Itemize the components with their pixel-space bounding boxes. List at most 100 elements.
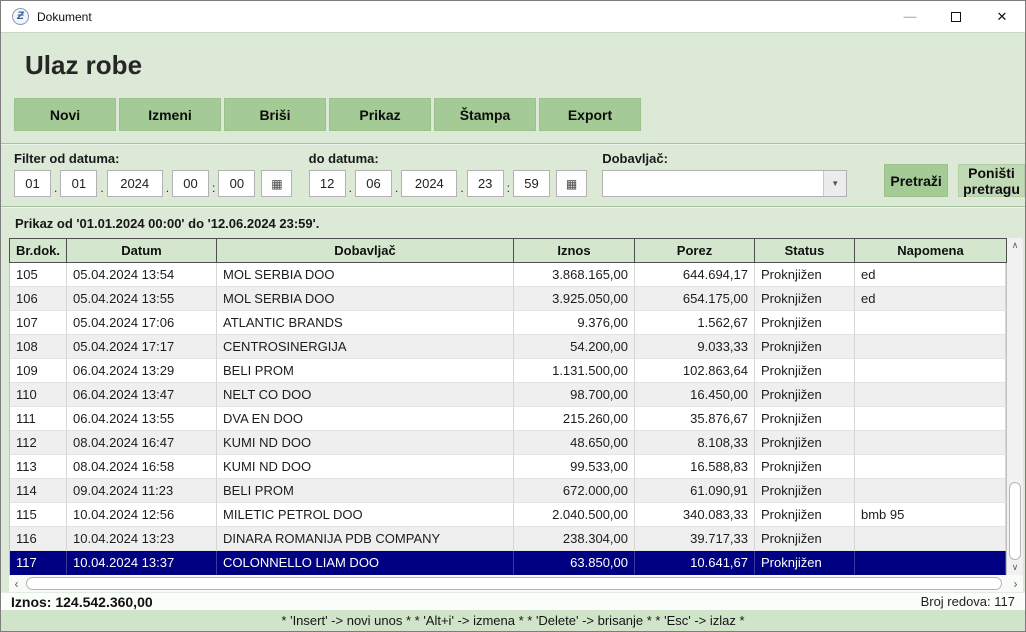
col-header-porez[interactable]: Porez bbox=[635, 239, 755, 262]
table-row[interactable]: 110 06.04.2024 13:47 NELT CO DOO 98.700,… bbox=[10, 383, 1006, 407]
col-header-status[interactable]: Status bbox=[755, 239, 855, 262]
supplier-dropdown-button[interactable]: ▼ bbox=[823, 171, 846, 196]
table-row[interactable]: 112 08.04.2024 16:47 KUMI ND DOO 48.650,… bbox=[10, 431, 1006, 455]
supplier-group: Dobavljač: ▼ bbox=[602, 151, 847, 197]
pretrazi-button[interactable]: Pretraži bbox=[884, 164, 948, 197]
col-header-napomena[interactable]: Napomena bbox=[855, 239, 1006, 262]
supplier-input[interactable] bbox=[603, 171, 823, 196]
cell-status: Proknjižen bbox=[755, 455, 855, 479]
horizontal-scrollbar[interactable]: ‹ › bbox=[9, 575, 1023, 592]
cell-porez: 35.876,67 bbox=[635, 407, 755, 431]
cell-porez: 1.562,67 bbox=[635, 311, 755, 335]
scroll-left-icon[interactable]: ‹ bbox=[9, 577, 24, 591]
col-header-dobavljac[interactable]: Dobavljač bbox=[217, 239, 514, 262]
calendar-icon: ▦ bbox=[566, 177, 577, 191]
table-row[interactable]: 105 05.04.2024 13:54 MOL SERBIA DOO 3.86… bbox=[10, 263, 1006, 287]
table-row[interactable]: 114 09.04.2024 11:23 BELI PROM 672.000,0… bbox=[10, 479, 1006, 503]
time-sep: : bbox=[212, 181, 215, 195]
cell-iznos: 672.000,00 bbox=[514, 479, 635, 503]
novi-button[interactable]: Novi bbox=[14, 98, 116, 131]
to-calendar-button[interactable]: ▦ bbox=[556, 170, 587, 197]
cell-brdok: 112 bbox=[10, 431, 67, 455]
table-row[interactable]: 111 06.04.2024 13:55 DVA EN DOO 215.260,… bbox=[10, 407, 1006, 431]
cell-status: Proknjižen bbox=[755, 383, 855, 407]
cell-status: Proknjižen bbox=[755, 503, 855, 527]
col-header-brdok[interactable]: Br.dok. bbox=[10, 239, 67, 262]
scroll-right-icon[interactable]: › bbox=[1008, 577, 1023, 591]
scroll-down-icon[interactable]: ∨ bbox=[1007, 560, 1023, 575]
page-title: Ulaz robe bbox=[25, 50, 1025, 81]
date-sep: . bbox=[395, 181, 398, 195]
cell-napomena bbox=[855, 479, 1006, 503]
cell-dobavljac: DVA EN DOO bbox=[217, 407, 514, 431]
table-row[interactable]: 115 10.04.2024 12:56 MILETIC PETROL DOO … bbox=[10, 503, 1006, 527]
horizontal-scroll-thumb[interactable] bbox=[26, 577, 1002, 590]
cell-porez: 61.090,91 bbox=[635, 479, 755, 503]
vertical-scrollbar[interactable]: ∧ ∨ bbox=[1007, 238, 1023, 575]
toolbar: Novi Izmeni Briši Prikaz Štampa Export bbox=[14, 98, 1025, 131]
cell-status: Proknjižen bbox=[755, 287, 855, 311]
from-year-input[interactable] bbox=[107, 170, 163, 197]
to-hour-input[interactable] bbox=[467, 170, 504, 197]
table-row[interactable]: 116 10.04.2024 13:23 DINARA ROMANIJA PDB… bbox=[10, 527, 1006, 551]
cell-dobavljac: MILETIC PETROL DOO bbox=[217, 503, 514, 527]
cell-status: Proknjižen bbox=[755, 479, 855, 503]
chevron-down-icon: ▼ bbox=[831, 179, 839, 188]
maximize-button[interactable] bbox=[933, 1, 979, 32]
izmeni-button[interactable]: Izmeni bbox=[119, 98, 221, 131]
cell-status: Proknjižen bbox=[755, 527, 855, 551]
col-header-datum[interactable]: Datum bbox=[67, 239, 217, 262]
cell-porez: 39.717,33 bbox=[635, 527, 755, 551]
cell-brdok: 116 bbox=[10, 527, 67, 551]
filter-from-label: Filter od datuma: bbox=[14, 151, 292, 166]
cell-porez: 10.641,67 bbox=[635, 551, 755, 575]
to-year-input[interactable] bbox=[401, 170, 457, 197]
cell-dobavljac: KUMI ND DOO bbox=[217, 455, 514, 479]
supplier-label: Dobavljač: bbox=[602, 151, 847, 166]
cell-dobavljac: MOL SERBIA DOO bbox=[217, 287, 514, 311]
cell-status: Proknjižen bbox=[755, 335, 855, 359]
horizontal-scroll-track[interactable] bbox=[24, 576, 1008, 591]
app-icon: Ƶ bbox=[12, 8, 29, 25]
from-day-input[interactable] bbox=[14, 170, 51, 197]
cell-status: Proknjižen bbox=[755, 263, 855, 287]
cell-dobavljac: CENTROSINERGIJA bbox=[217, 335, 514, 359]
table-row[interactable]: 106 05.04.2024 13:55 MOL SERBIA DOO 3.92… bbox=[10, 287, 1006, 311]
minimize-button[interactable]: — bbox=[887, 1, 933, 32]
cell-iznos: 9.376,00 bbox=[514, 311, 635, 335]
vertical-scroll-track[interactable] bbox=[1007, 253, 1023, 560]
supplier-combobox[interactable]: ▼ bbox=[602, 170, 847, 197]
table-row[interactable]: 108 05.04.2024 17:17 CENTROSINERGIJA 54.… bbox=[10, 335, 1006, 359]
calendar-icon: ▦ bbox=[271, 177, 282, 191]
prikaz-button[interactable]: Prikaz bbox=[329, 98, 431, 131]
table-row[interactable]: 107 05.04.2024 17:06 ATLANTIC BRANDS 9.3… bbox=[10, 311, 1006, 335]
cell-datum: 06.04.2024 13:29 bbox=[67, 359, 217, 383]
brisi-button[interactable]: Briši bbox=[224, 98, 326, 131]
close-button[interactable]: ✕ bbox=[979, 1, 1025, 32]
date-sep: . bbox=[166, 181, 169, 195]
export-button[interactable]: Export bbox=[539, 98, 641, 131]
to-month-input[interactable] bbox=[355, 170, 392, 197]
cell-status: Proknjižen bbox=[755, 359, 855, 383]
cell-datum: 10.04.2024 12:56 bbox=[67, 503, 217, 527]
cell-status: Proknjižen bbox=[755, 407, 855, 431]
stampa-button[interactable]: Štampa bbox=[434, 98, 536, 131]
cell-datum: 08.04.2024 16:47 bbox=[67, 431, 217, 455]
scroll-up-icon[interactable]: ∧ bbox=[1007, 238, 1023, 253]
from-calendar-button[interactable]: ▦ bbox=[261, 170, 292, 197]
from-month-input[interactable] bbox=[60, 170, 97, 197]
cell-napomena bbox=[855, 407, 1006, 431]
vertical-scroll-thumb[interactable] bbox=[1009, 482, 1021, 560]
cell-brdok: 115 bbox=[10, 503, 67, 527]
cell-brdok: 106 bbox=[10, 287, 67, 311]
ponisti-pretragu-button[interactable]: Poništi pretragu bbox=[958, 164, 1025, 197]
col-header-iznos[interactable]: Iznos bbox=[514, 239, 635, 262]
to-day-input[interactable] bbox=[309, 170, 346, 197]
table-row[interactable]: 117 10.04.2024 13:37 COLONNELLO LIAM DOO… bbox=[10, 551, 1006, 575]
to-minute-input[interactable] bbox=[513, 170, 550, 197]
table-row[interactable]: 113 08.04.2024 16:58 KUMI ND DOO 99.533,… bbox=[10, 455, 1006, 479]
date-sep: . bbox=[100, 181, 103, 195]
from-minute-input[interactable] bbox=[218, 170, 255, 197]
table-row[interactable]: 109 06.04.2024 13:29 BELI PROM 1.131.500… bbox=[10, 359, 1006, 383]
from-hour-input[interactable] bbox=[172, 170, 209, 197]
